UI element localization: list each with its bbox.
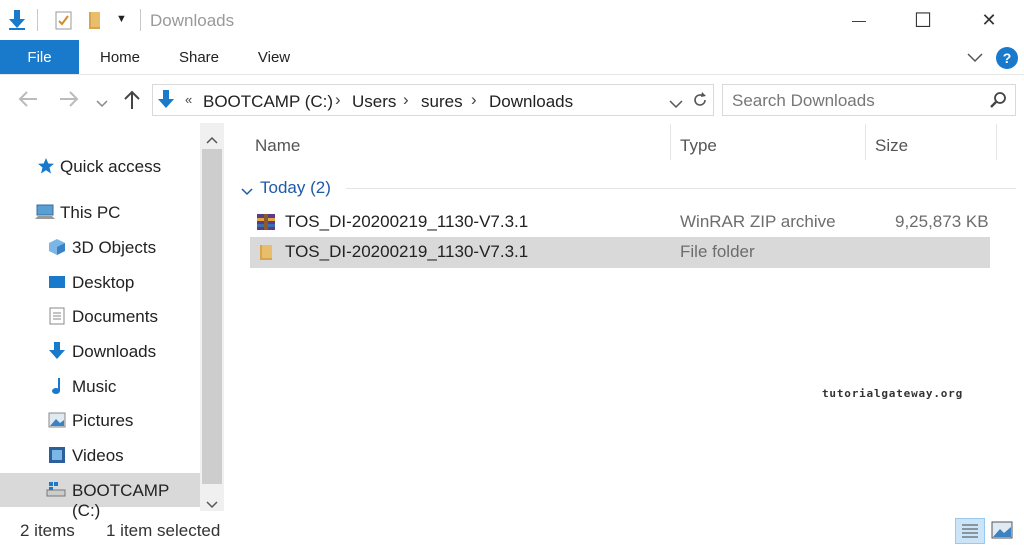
search-icon[interactable] (989, 91, 1007, 114)
nav-item-3d-objects[interactable]: 3D Objects (0, 231, 200, 263)
column-header-type[interactable]: Type (680, 136, 717, 156)
toolbar-separator (37, 9, 38, 31)
column-header-name[interactable]: Name (255, 136, 300, 156)
nav-item-music[interactable]: Music (0, 370, 200, 402)
column-divider[interactable] (865, 124, 866, 160)
column-divider[interactable] (670, 124, 671, 160)
drive-icon (46, 481, 66, 499)
minimize-button[interactable]: — (836, 0, 882, 40)
nav-item-bootcamp[interactable]: BOOTCAMP (C:) (0, 473, 200, 520)
nav-item-label: 3D Objects (72, 238, 157, 257)
customize-toolbar-dropdown[interactable]: ▼ (116, 13, 127, 25)
breadcrumb-sures[interactable]: sures (421, 92, 463, 112)
file-type: File folder (680, 242, 755, 261)
search-box[interactable]: Search Downloads (722, 84, 1016, 116)
downloads-icon (48, 342, 66, 360)
nav-this-pc-label: This PC (60, 203, 121, 222)
star-icon (37, 157, 55, 175)
expand-ribbon-icon[interactable] (966, 50, 984, 68)
desktop-icon (48, 273, 66, 291)
close-button[interactable]: ✕ (966, 0, 1012, 40)
scroll-up-arrow[interactable] (206, 131, 218, 149)
group-divider (346, 188, 1016, 189)
file-name: TOS_DI-20200219_1130-V7.3.1 (285, 212, 529, 231)
file-type: WinRAR ZIP archive (680, 212, 836, 231)
column-divider[interactable] (996, 124, 997, 160)
scroll-down-arrow[interactable] (206, 496, 218, 514)
tab-file[interactable]: File (0, 40, 79, 74)
folder-icon (258, 242, 274, 267)
music-icon (50, 377, 68, 395)
nav-item-pictures[interactable]: Pictures (0, 404, 200, 436)
breadcrumb-downloads[interactable]: Downloads (489, 92, 573, 112)
recent-locations-dropdown[interactable] (96, 95, 108, 113)
maximize-button[interactable]: ☐ (900, 0, 946, 40)
tab-share[interactable]: Share (168, 40, 230, 74)
ribbon-tabs: File Home Share View ? (0, 40, 1024, 75)
3d-objects-icon (48, 238, 66, 256)
downloads-location-icon (157, 90, 175, 115)
nav-item-videos[interactable]: Videos (0, 439, 200, 471)
collapse-group-icon[interactable] (241, 183, 253, 201)
window-title: Downloads (150, 11, 235, 30)
file-size: 9,25,873 KB (895, 212, 989, 231)
new-folder-icon[interactable] (86, 10, 104, 35)
nav-item-label: Documents (72, 307, 158, 326)
nav-item-label: Music (72, 377, 117, 396)
column-header-size[interactable]: Size (875, 136, 908, 156)
watermark: tutorialgateway.org (822, 387, 964, 400)
breadcrumb-overflow[interactable]: « (185, 92, 192, 107)
computer-icon (35, 203, 55, 221)
nav-quick-access-label: Quick access (60, 157, 162, 176)
file-name: TOS_DI-20200219_1130-V7.3.1 (285, 242, 529, 261)
nav-item-label: Pictures (72, 411, 134, 430)
breadcrumb-separator[interactable]: › (335, 90, 341, 110)
tab-view[interactable]: View (246, 40, 302, 74)
breadcrumb-separator[interactable]: › (403, 90, 409, 110)
large-icons-view-button[interactable] (990, 520, 1014, 545)
nav-item-label: Downloads (72, 342, 157, 361)
nav-scrollbar-thumb[interactable] (202, 149, 222, 484)
address-history-dropdown[interactable] (669, 96, 683, 114)
address-bar[interactable]: « BOOTCAMP (C:) › Users › sures › Downlo… (152, 84, 714, 116)
details-view-button[interactable] (955, 518, 985, 544)
pictures-icon (48, 411, 66, 429)
table-row[interactable]: TOS_DI-20200219_1130-V7.3.1 File folder (250, 237, 990, 268)
nav-item-desktop[interactable]: Desktop (0, 266, 200, 298)
toolbar-separator (140, 9, 141, 31)
title-bar: ▼ Downloads — ☐ ✕ (0, 0, 1024, 40)
breadcrumb-users[interactable]: Users (352, 92, 396, 112)
status-bar: 2 items 1 item selected (0, 515, 1024, 545)
nav-item-documents[interactable]: Documents (0, 300, 200, 332)
help-button[interactable]: ? (996, 47, 1018, 69)
quick-access-download-icon[interactable] (8, 10, 26, 35)
documents-icon (49, 307, 67, 325)
nav-item-label: Videos (72, 446, 124, 465)
nav-item-label: Desktop (72, 273, 135, 292)
up-button[interactable] (124, 90, 140, 115)
nav-this-pc[interactable]: This PC (0, 196, 200, 228)
item-count: 2 items (20, 521, 75, 540)
group-header-today[interactable]: Today (2) (260, 178, 331, 198)
search-input[interactable]: Search Downloads (732, 91, 875, 111)
breadcrumb-bootcamp[interactable]: BOOTCAMP (C:) (203, 92, 333, 112)
properties-icon[interactable] (55, 10, 73, 35)
back-button[interactable] (18, 91, 38, 112)
nav-quick-access[interactable]: Quick access (0, 150, 200, 182)
videos-icon (48, 446, 66, 464)
breadcrumb-separator[interactable]: › (471, 90, 477, 110)
forward-button[interactable] (59, 91, 79, 112)
table-row[interactable]: TOS_DI-20200219_1130-V7.3.1 WinRAR ZIP a… (250, 207, 990, 238)
tab-home[interactable]: Home (88, 40, 152, 74)
nav-item-downloads[interactable]: Downloads (0, 335, 200, 367)
selection-count: 1 item selected (106, 521, 221, 540)
winrar-archive-icon (256, 212, 276, 237)
refresh-icon[interactable] (691, 91, 709, 114)
